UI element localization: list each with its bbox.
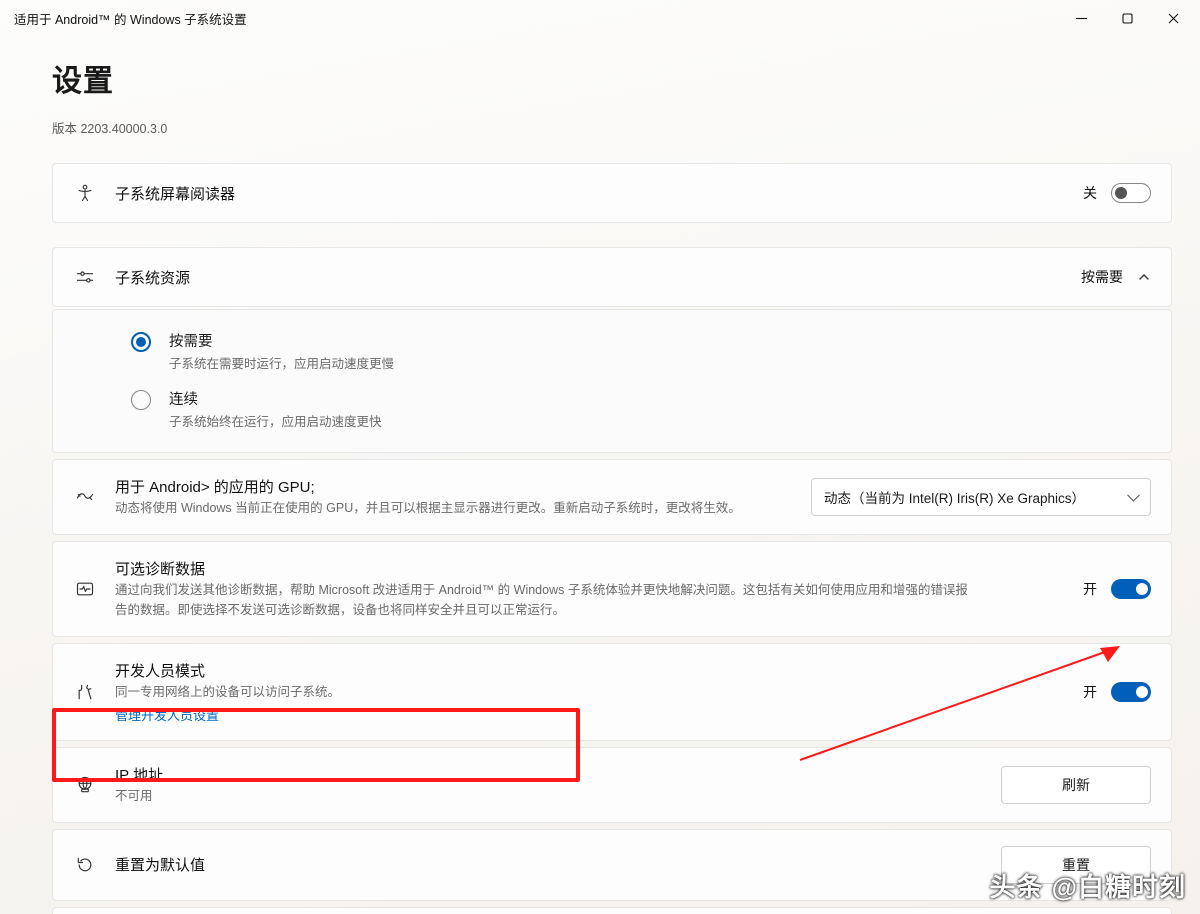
radio-icon	[131, 390, 151, 410]
close-button[interactable]	[1150, 0, 1196, 36]
setting-title: 子系统屏幕阅读器	[115, 183, 1083, 204]
version-label: 版本 2203.40000.3.0	[52, 118, 1200, 137]
page-header: 设置 版本 2203.40000.3.0	[0, 36, 1200, 145]
setting-title: 可选诊断数据	[115, 558, 1083, 579]
screen-reader-toggle[interactable]	[1111, 183, 1151, 203]
chevron-up-icon	[1137, 270, 1151, 284]
setting-sub: 动态将使用 Windows 当前正在使用的 GPU，并且可以根据主显示器进行更改…	[115, 499, 755, 518]
watermark: 头条 @白糖时刻	[989, 867, 1186, 904]
resources-option-continuous[interactable]: 连续 子系统始终在运行，应用启动速度更快	[75, 378, 1151, 436]
setting-title: 子系统资源	[115, 267, 1081, 288]
page-title: 设置	[52, 56, 1200, 100]
gpu-icon	[75, 487, 95, 507]
select-value: 动态（当前为 Intel(R) Iris(R) Xe Graphics）	[824, 491, 1085, 506]
setting-sub: 同一专用网络上的设备可以访问子系统。	[115, 683, 975, 702]
minimize-button[interactable]	[1058, 0, 1104, 36]
developer-mode-toggle[interactable]	[1111, 682, 1151, 702]
resources-options: 按需要 子系统在需要时运行，应用启动速度更慢 连续 子系统始终在运行，应用启动速…	[52, 309, 1172, 453]
maximize-button[interactable]	[1104, 0, 1150, 36]
setting-sub: 不可用	[115, 787, 975, 806]
resources-option-on-demand[interactable]: 按需要 子系统在需要时运行，应用启动速度更慢	[75, 320, 1151, 378]
setting-gpu: 用于 Android> 的应用的 GPU; 动态将使用 Windows 当前正在…	[52, 459, 1172, 535]
heartbeat-icon	[75, 579, 95, 599]
gpu-select[interactable]: 动态（当前为 Intel(R) Iris(R) Xe Graphics）	[811, 478, 1151, 516]
radio-icon	[131, 332, 151, 352]
option-sub: 子系统始终在运行，应用启动速度更快	[169, 411, 382, 430]
setting-title: 用于 Android> 的应用的 GPU;	[115, 476, 811, 497]
toggle-state: 开	[1083, 682, 1097, 702]
manage-dev-settings-link[interactable]: 管理开发人员设置	[115, 705, 1083, 724]
setting-shutdown: 关闭适用于 Android™ 的 Windows 子系统 所有应用都将关闭，子系…	[52, 907, 1172, 914]
network-icon	[75, 775, 95, 795]
toggle-state: 关	[1083, 183, 1097, 203]
setting-developer-mode: 开发人员模式 同一专用网络上的设备可以访问子系统。 管理开发人员设置 开	[52, 643, 1172, 740]
setting-title: 重置为默认值	[115, 854, 1001, 875]
refresh-button[interactable]: 刷新	[1001, 766, 1151, 804]
setting-screen-reader: 子系统屏幕阅读器 关	[52, 163, 1172, 223]
setting-sub: 通过向我们发送其他诊断数据，帮助 Microsoft 改进适用于 Android…	[115, 581, 975, 620]
sliders-icon	[75, 267, 95, 287]
setting-resources[interactable]: 子系统资源 按需要	[52, 247, 1172, 307]
setting-diagnostics: 可选诊断数据 通过向我们发送其他诊断数据，帮助 Microsoft 改进适用于 …	[52, 541, 1172, 637]
accessibility-icon	[75, 183, 95, 203]
resources-state: 按需要	[1081, 267, 1123, 287]
reset-icon	[75, 855, 95, 875]
option-sub: 子系统在需要时运行，应用启动速度更慢	[169, 353, 394, 372]
tools-icon	[75, 682, 95, 702]
diagnostics-toggle[interactable]	[1111, 579, 1151, 599]
option-title: 连续	[169, 388, 382, 409]
window-title: 适用于 Android™ 的 Windows 子系统设置	[14, 9, 247, 28]
setting-title: 开发人员模式	[115, 660, 1083, 681]
toggle-state: 开	[1083, 579, 1097, 599]
option-title: 按需要	[169, 330, 394, 351]
setting-ip-address: IP 地址 不可用 刷新	[52, 747, 1172, 823]
title-bar: 适用于 Android™ 的 Windows 子系统设置	[0, 0, 1200, 36]
setting-title: IP 地址	[115, 764, 1001, 785]
